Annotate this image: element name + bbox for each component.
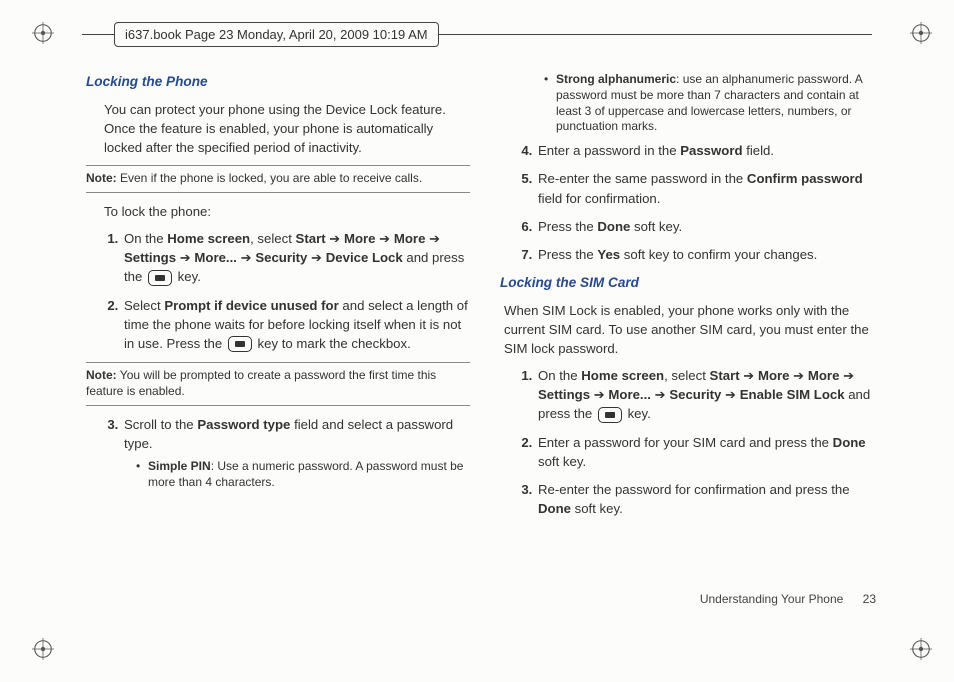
intro-paragraph: When SIM Lock is enabled, your phone wor… <box>504 301 884 358</box>
step-item: Scroll to the Password type field and se… <box>122 415 470 491</box>
document-page: i637.book Page 23 Monday, April 20, 2009… <box>0 0 954 682</box>
steps-list: Enter a password in the Password field. … <box>500 141 884 264</box>
section-heading: Locking the Phone <box>86 72 470 92</box>
note-text: You will be prompted to create a passwor… <box>86 368 436 398</box>
step-item: Press the Yes soft key to confirm your c… <box>536 245 884 264</box>
note-block: Note: You will be prompted to create a p… <box>86 362 470 406</box>
step-item: Select Prompt if device unused for and s… <box>122 296 470 353</box>
ok-key-icon <box>598 407 622 423</box>
step-item: Re-enter the same password in the Confir… <box>536 169 884 207</box>
ok-key-icon <box>228 336 252 352</box>
column-left: Locking the Phone You can protect your p… <box>86 66 470 527</box>
bullet-item: Strong alphanumeric: use an alphanumeric… <box>544 72 884 135</box>
step-item: On the Home screen, select Start ➔ More … <box>536 366 884 423</box>
steps-list: On the Home screen, select Start ➔ More … <box>500 366 884 518</box>
step-item: Re-enter the password for confirmation a… <box>536 480 884 518</box>
column-right: Strong alphanumeric: use an alphanumeric… <box>500 66 884 527</box>
footer-section-name: Understanding Your Phone <box>700 592 843 606</box>
note-label: Note: <box>86 171 117 185</box>
bullet-list: Simple PIN: Use a numeric password. A pa… <box>124 459 470 491</box>
page-number: 23 <box>863 592 876 606</box>
note-block: Note: Even if the phone is locked, you a… <box>86 165 470 193</box>
header-rule: i637.book Page 23 Monday, April 20, 2009… <box>82 34 872 60</box>
crop-mark-icon <box>910 638 932 660</box>
ok-key-icon <box>148 270 172 286</box>
step-item: On the Home screen, select Start ➔ More … <box>122 229 470 286</box>
bullet-list: Strong alphanumeric: use an alphanumeric… <box>500 72 884 135</box>
note-text: Even if the phone is locked, you are abl… <box>117 171 423 185</box>
lead-line: To lock the phone: <box>104 202 470 221</box>
step-item: Enter a password in the Password field. <box>536 141 884 160</box>
step-item: Press the Done soft key. <box>536 217 884 236</box>
page-meta-tag: i637.book Page 23 Monday, April 20, 2009… <box>114 22 439 47</box>
content-columns: Locking the Phone You can protect your p… <box>86 66 884 527</box>
crop-mark-icon <box>32 22 54 44</box>
section-heading: Locking the SIM Card <box>500 273 884 293</box>
steps-list: On the Home screen, select Start ➔ More … <box>86 229 470 353</box>
crop-mark-icon <box>910 22 932 44</box>
note-label: Note: <box>86 368 117 382</box>
crop-mark-icon <box>32 638 54 660</box>
bullet-item: Simple PIN: Use a numeric password. A pa… <box>136 459 470 491</box>
page-footer: Understanding Your Phone 23 <box>700 592 876 606</box>
step-item: Enter a password for your SIM card and p… <box>536 433 884 471</box>
intro-paragraph: You can protect your phone using the Dev… <box>104 100 470 157</box>
steps-list: Scroll to the Password type field and se… <box>86 415 470 491</box>
